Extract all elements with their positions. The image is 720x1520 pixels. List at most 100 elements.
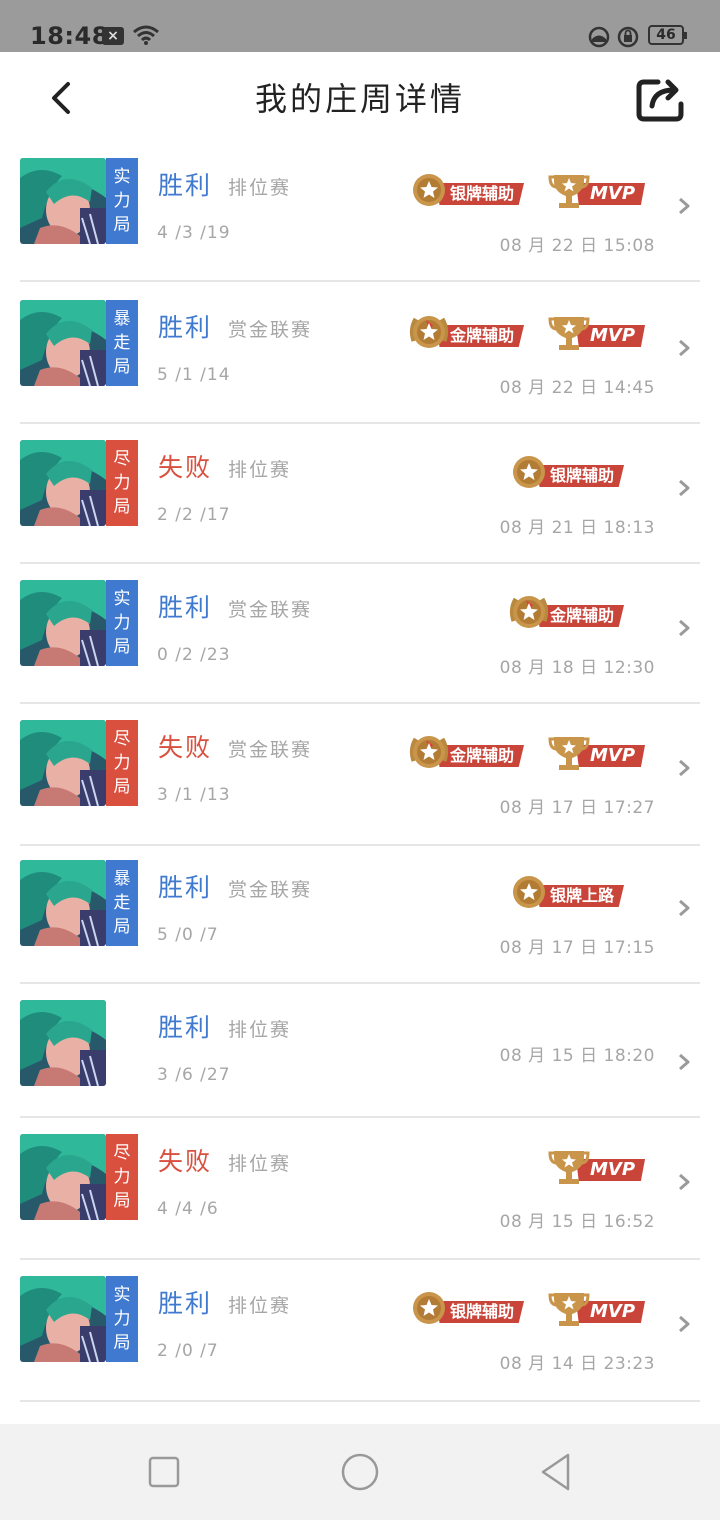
match-row[interactable]: 暴走局胜利 赏金联赛 5 /1 /14 08 月 22 日 14:45 MVP 金牌辅助: [0, 284, 720, 424]
data-saver-icon: [588, 26, 610, 48]
hero-avatar: [20, 720, 106, 806]
chevron-right-icon[interactable]: [676, 478, 692, 498]
hero-avatar: [20, 1276, 106, 1362]
nav-back-icon[interactable]: [538, 1452, 574, 1492]
match-result: 失败: [158, 453, 213, 482]
chevron-right-icon[interactable]: [676, 1314, 692, 1334]
mode-tag: 实力局: [106, 1276, 138, 1362]
medal-icon: [508, 451, 550, 493]
trophy-icon: [548, 311, 590, 353]
page-title: 我的庄周详情: [254, 80, 465, 118]
chevron-right-icon[interactable]: [676, 618, 692, 638]
row-divider: [20, 1400, 700, 1402]
trophy-icon: [548, 731, 590, 773]
medal-icon: [408, 311, 450, 353]
mvp-badge: MVP: [548, 731, 646, 773]
mode-tag: 暴走局: [106, 860, 138, 946]
match-row[interactable]: 暴走局胜利 赏金联赛 5 /0 /7 08 月 17 日 17:15 银牌上路: [0, 844, 720, 984]
medal-icon: [508, 591, 550, 633]
nav-circle-icon[interactable]: [340, 1452, 380, 1492]
mvp-badge: MVP: [548, 1145, 646, 1187]
match-row[interactable]: 尽力局失败 排位赛 2 /2 /17 08 月 21 日 18:13 银牌辅助: [0, 424, 720, 564]
mode-tag: 尽力局: [106, 440, 138, 526]
medal-icon: [408, 169, 450, 211]
mvp-badge: MVP: [548, 311, 646, 353]
medal-badge: 金牌辅助: [408, 731, 540, 773]
mode-tag: 实力局: [106, 158, 138, 244]
hero-avatar: [20, 1134, 106, 1220]
match-result: 胜利: [158, 171, 213, 200]
header: 我的庄周详情: [0, 52, 720, 142]
hero-avatar: [20, 440, 106, 526]
match-kda: 5 /0 /7: [157, 925, 219, 945]
share-icon[interactable]: [634, 74, 688, 124]
chevron-right-icon[interactable]: [676, 1052, 692, 1072]
match-datetime: 08 月 15 日 16:52: [499, 1212, 655, 1232]
match-type: 排位赛: [228, 177, 292, 199]
match-row[interactable]: 胜利 排位赛 3 /6 /27 08 月 15 日 18:20: [0, 984, 720, 1118]
match-kda: 4 /4 /6: [157, 1199, 219, 1219]
chevron-right-icon[interactable]: [676, 758, 692, 778]
match-result: 胜利: [158, 1289, 213, 1318]
match-row[interactable]: 尽力局失败 排位赛 4 /4 /6 08 月 15 日 16:52 MVP: [0, 1118, 720, 1260]
match-row[interactable]: 尽力局失败 赏金联赛 3 /1 /13 08 月 17 日 17:27 MVP 金牌辅助: [0, 704, 720, 846]
trophy-icon: [548, 1145, 590, 1187]
chevron-right-icon[interactable]: [676, 196, 692, 216]
wifi-icon: [133, 25, 159, 45]
match-result: 胜利: [158, 593, 213, 622]
match-datetime: 08 月 22 日 14:45: [499, 378, 655, 398]
mvp-badge: MVP: [548, 1287, 646, 1329]
mode-tag: 尽力局: [106, 1134, 138, 1220]
hero-avatar: [20, 158, 106, 244]
chevron-right-icon[interactable]: [676, 1172, 692, 1192]
match-kda: 4 /3 /19: [157, 223, 231, 243]
medal-badge: 银牌上路: [508, 871, 640, 913]
match-type: 赏金联赛: [228, 319, 313, 341]
hero-avatar: [20, 1000, 106, 1086]
match-row[interactable]: 实力局胜利 排位赛 4 /3 /19 08 月 22 日 15:08 MVP 银牌辅助: [0, 142, 720, 282]
match-type: 排位赛: [228, 1153, 292, 1175]
chevron-right-icon[interactable]: [676, 898, 692, 918]
medal-icon: [408, 731, 450, 773]
trophy-icon: [548, 169, 590, 211]
medal-badge: 银牌辅助: [508, 451, 640, 493]
match-kda: 5 /1 /14: [157, 365, 231, 385]
match-kda: 0 /2 /23: [157, 645, 231, 665]
match-datetime: 08 月 17 日 17:15: [499, 938, 655, 958]
match-row[interactable]: 实力局胜利 排位赛 2 /0 /7 08 月 14 日 23:23 MVP 银牌辅助: [0, 1260, 720, 1402]
match-datetime: 08 月 17 日 17:27: [499, 798, 655, 818]
match-datetime: 08 月 21 日 18:13: [499, 518, 655, 538]
nav-square-icon[interactable]: [148, 1456, 180, 1488]
chevron-right-icon[interactable]: [676, 338, 692, 358]
match-type: 赏金联赛: [228, 739, 313, 761]
row-divider: [20, 280, 700, 282]
match-result: 胜利: [158, 313, 213, 342]
medal-icon: [408, 1287, 450, 1329]
match-datetime: 08 月 15 日 18:20: [499, 1046, 655, 1066]
mode-tag: 暴走局: [106, 300, 138, 386]
match-type: 赏金联赛: [228, 879, 313, 901]
match-result: 胜利: [158, 1013, 213, 1042]
match-kda: 2 /0 /7: [157, 1341, 219, 1361]
hero-avatar: [20, 300, 106, 386]
match-type: 赏金联赛: [228, 599, 313, 621]
status-bar: 18:48 × 46: [0, 0, 720, 52]
medal-badge: 银牌辅助: [408, 1287, 540, 1329]
match-type: 排位赛: [228, 1019, 292, 1041]
mode-tag: 尽力局: [106, 720, 138, 806]
match-kda: 3 /6 /27: [157, 1065, 231, 1085]
match-result: 胜利: [158, 873, 213, 902]
status-time: 18:48: [30, 22, 109, 50]
medal-badge: 金牌辅助: [408, 311, 540, 353]
hero-avatar: [20, 860, 106, 946]
match-result: 失败: [158, 733, 213, 762]
match-datetime: 08 月 18 日 12:30: [499, 658, 655, 678]
match-datetime: 08 月 14 日 23:23: [499, 1354, 655, 1374]
notification-icon: ×: [102, 27, 124, 45]
match-row[interactable]: 实力局胜利 赏金联赛 0 /2 /23 08 月 18 日 12:30 金牌辅助: [0, 564, 720, 704]
medal-badge: 银牌辅助: [408, 169, 540, 211]
match-type: 排位赛: [228, 1295, 292, 1317]
match-result: 失败: [158, 1147, 213, 1176]
rotation-lock-icon: [617, 26, 639, 48]
navigation-bar: [0, 1424, 720, 1520]
